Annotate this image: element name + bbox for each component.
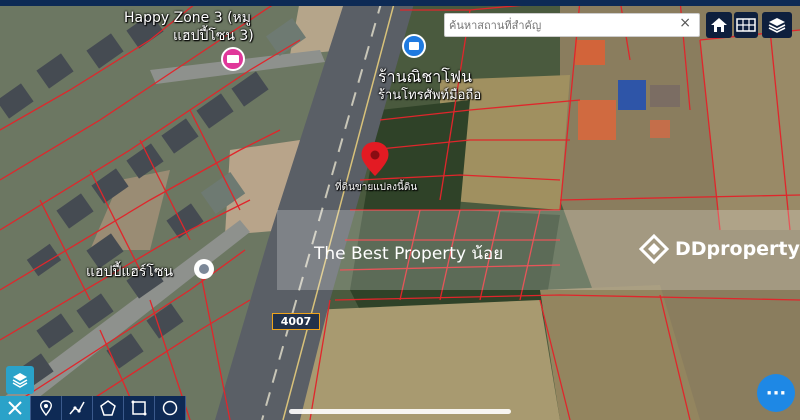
happy-zone-poi-icon[interactable]	[221, 47, 245, 71]
road-number-sign: 4007	[272, 313, 320, 330]
pin-caption: ที่ดินขายแปลงนี้ดิน	[335, 182, 418, 193]
layer-toggle-icon	[12, 373, 28, 388]
home-button[interactable]	[706, 12, 732, 38]
brand-name: DDproperty	[675, 238, 800, 260]
rectangle-tool-button[interactable]	[124, 396, 155, 420]
watermark-banner: The Best Property น้อย DDproperty	[277, 210, 800, 290]
grid-icon	[736, 18, 756, 32]
search-box[interactable]: ×	[444, 13, 700, 37]
shop-sublabel: ร้านโทรศัพท์มือถือ	[378, 88, 482, 103]
shop-poi-icon[interactable]	[402, 34, 426, 58]
more-options-button[interactable]: ···	[757, 374, 795, 412]
happy-zone-small-poi-icon[interactable]	[194, 259, 214, 279]
watermark-text: The Best Property น้อย	[314, 244, 504, 264]
tools-button[interactable]	[0, 396, 31, 420]
rectangle-icon	[131, 400, 147, 416]
circle-tool-button[interactable]	[155, 396, 186, 420]
clear-search-button[interactable]: ×	[679, 15, 691, 31]
circle-icon	[162, 400, 178, 416]
home-icon	[711, 18, 727, 32]
location-pin-icon	[40, 400, 52, 416]
polygon-tool-button[interactable]	[93, 396, 124, 420]
happy-zone-small-label: แฮปปี้แฮร์โซน	[86, 264, 174, 280]
search-input[interactable]	[445, 14, 669, 37]
home-indicator-bar	[289, 409, 511, 414]
drawing-toolbar	[0, 396, 186, 420]
ddproperty-logo-icon	[639, 234, 669, 264]
layers-icon	[768, 18, 786, 33]
polygon-icon	[100, 400, 116, 416]
polyline-tool-button[interactable]	[62, 396, 93, 420]
ddproperty-logo: DDproperty	[639, 234, 800, 264]
marker-tool-button[interactable]	[31, 396, 62, 420]
layers-button[interactable]	[762, 12, 792, 38]
grid-button[interactable]	[734, 12, 758, 38]
happy-zone-label-thai: แฮปปี้โซน 3)	[173, 28, 254, 44]
tools-icon	[8, 401, 22, 415]
top-status-bar	[0, 0, 800, 6]
map-layer-toggle-button[interactable]	[6, 366, 34, 394]
polyline-icon	[69, 401, 85, 415]
